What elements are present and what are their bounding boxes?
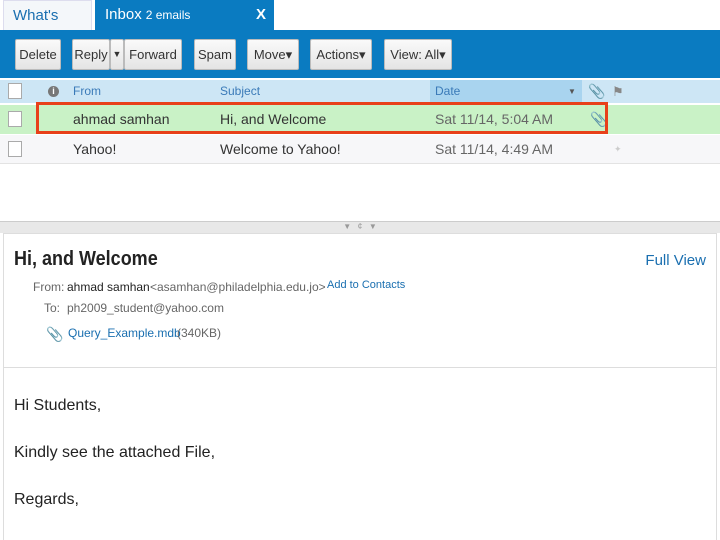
tab-whats-new[interactable]: What's New (3, 0, 92, 54)
flag-column-icon[interactable]: ⚑ (612, 80, 624, 103)
attachment-icon: 📎 (46, 326, 64, 342)
body-line: Regards, (14, 491, 79, 508)
email-row[interactable]: Yahoo! Welcome to Yahoo! Sat 11/14, 4:49… (0, 135, 720, 164)
select-all-checkbox[interactable] (8, 83, 22, 99)
list-header: i From Subject Date ▼ 📎 ⚑ (0, 80, 720, 103)
divider (4, 367, 716, 368)
attachment-link[interactable]: Query_Example.mdb (68, 326, 181, 340)
column-subject[interactable]: Subject (220, 80, 260, 103)
add-to-contacts-link[interactable]: Add to Contacts (327, 279, 405, 291)
sender-email: <asamhan@philadelphia.edu.jo> (150, 280, 326, 294)
recipient: ph2009_student@yahoo.com (67, 301, 224, 315)
pane-splitter[interactable]: ▼ ¢ ▼ (0, 221, 720, 233)
reply-button[interactable]: Reply (72, 39, 110, 70)
close-tab-button[interactable]: X (256, 0, 266, 30)
move-button[interactable]: Move▾ (247, 39, 299, 70)
info-icon: i (48, 86, 59, 97)
email-date: Sat 11/14, 4:49 AM (435, 141, 554, 157)
from-label: From: (33, 280, 65, 294)
column-from[interactable]: From (73, 80, 101, 103)
attachment-size: (340KB) (177, 326, 222, 340)
toolbar: Delete Reply ▼ Forward Spam Move▾ Action… (0, 30, 720, 78)
row-checkbox[interactable] (8, 141, 22, 157)
email-subject: Welcome to Yahoo! (220, 141, 341, 157)
actions-button[interactable]: Actions▾ (310, 39, 372, 70)
forward-button[interactable]: Forward (124, 39, 182, 70)
view-button[interactable]: View: All▾ (384, 39, 452, 70)
delete-button[interactable]: Delete (15, 39, 61, 70)
sort-icon: ▼ (568, 87, 576, 96)
column-date-label: Date (435, 84, 461, 98)
email-count: 2 emails (145, 8, 191, 22)
email-from: Yahoo! (73, 141, 117, 157)
reply-dropdown-button[interactable]: ▼ (110, 39, 124, 70)
highlight-box (36, 102, 608, 134)
tab-inbox[interactable]: Inbox 2 emails X (95, 0, 274, 31)
preview-subject: Hi, and Welcome (14, 248, 158, 270)
column-date[interactable]: Date ▼ (430, 80, 582, 103)
sender-name: ahmad samhan (67, 280, 150, 294)
attachment-column-icon[interactable]: 📎 (588, 80, 605, 103)
spam-button[interactable]: Spam (194, 39, 236, 70)
full-view-link[interactable]: Full View (645, 252, 706, 269)
preview-pane: Hi, and Welcome Full View From: ahmad sa… (3, 233, 717, 540)
body-line: Kindly see the attached File, (14, 444, 216, 461)
body-line: Hi Students, (14, 397, 102, 414)
tab-inbox-label: Inbox (105, 6, 142, 23)
flag-icon[interactable]: ✦ (614, 135, 622, 164)
to-label: To: (44, 301, 61, 315)
row-checkbox[interactable] (8, 111, 22, 127)
